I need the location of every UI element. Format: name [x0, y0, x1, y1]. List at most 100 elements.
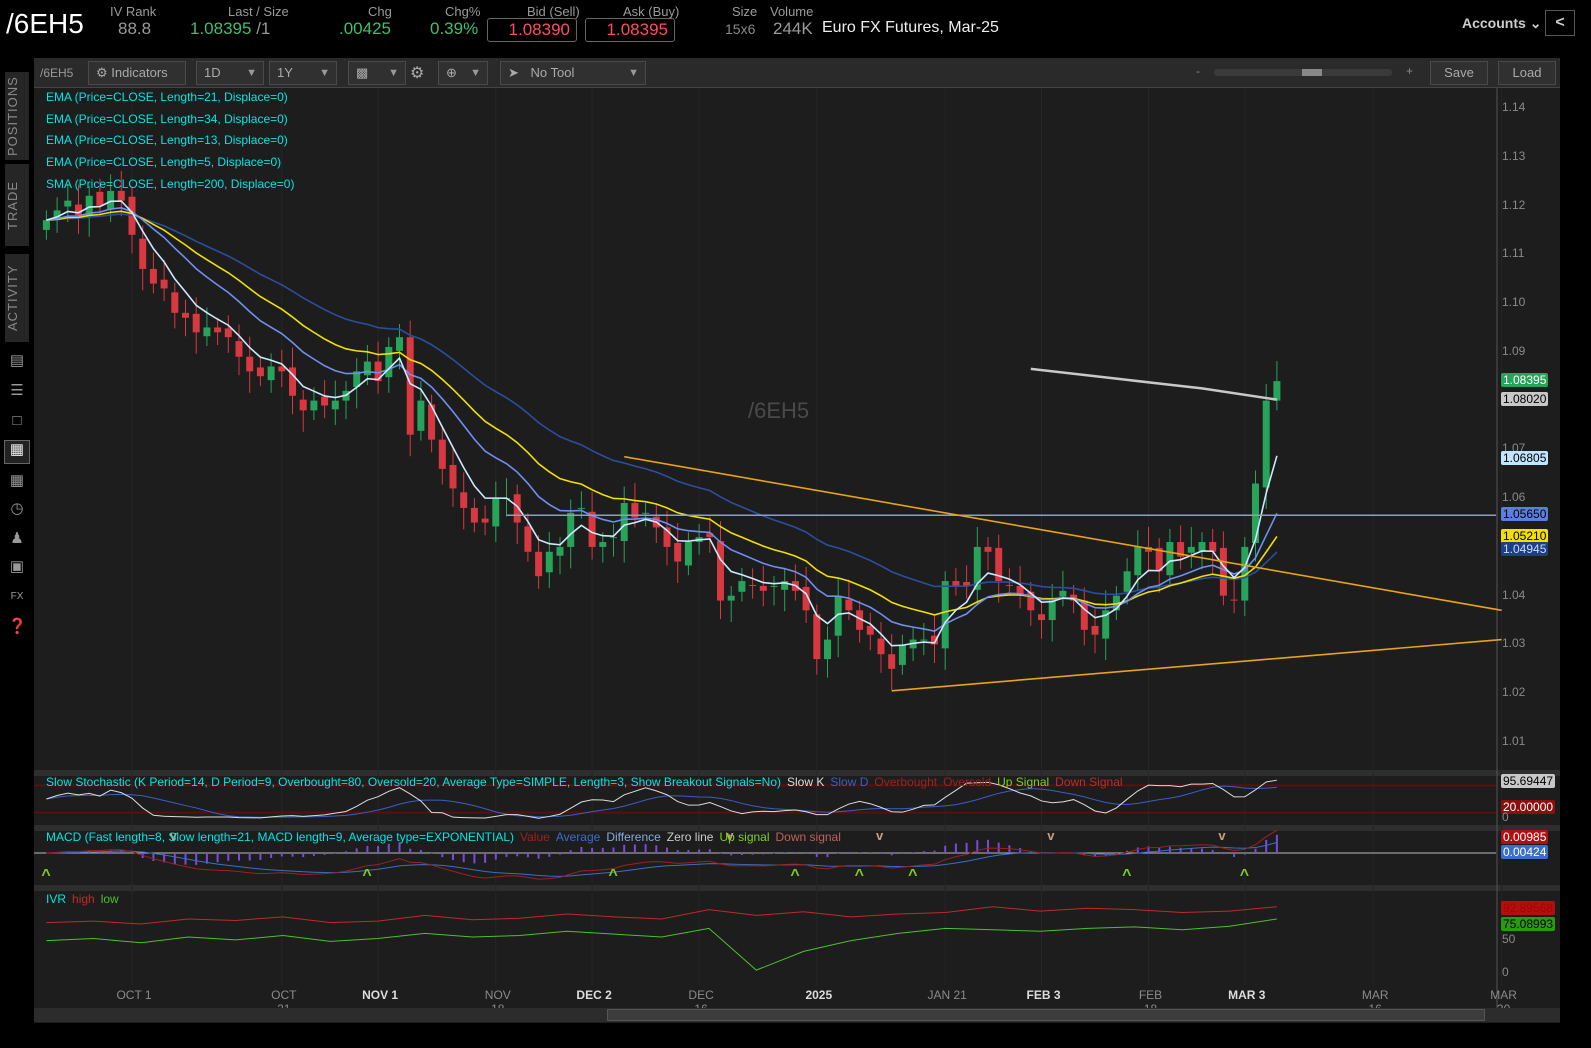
up-signal-icon: ^	[1240, 867, 1249, 884]
stochastic-tag: 95.69447	[1501, 774, 1556, 788]
candle-down	[182, 312, 189, 318]
symbol-title[interactable]: /6EH5	[6, 8, 84, 40]
fx-icon[interactable]: FX	[8, 588, 26, 606]
price-tag: 1.05210	[1501, 528, 1549, 543]
globe-icon: ⊕	[446, 65, 457, 80]
ivr-axis-label: 50	[1502, 932, 1516, 946]
timeframe-select[interactable]: 1Y ▼	[269, 61, 337, 85]
quote-header: /6EH5 IV Rank 88.8 Last / Size 1.08395 /…	[0, 0, 1591, 56]
down-signal-icon: v	[876, 828, 884, 843]
horizontal-scrollbar[interactable]	[34, 1008, 1560, 1022]
candle-down	[1230, 599, 1238, 601]
volume-value: 244K	[773, 19, 813, 38]
candle-down	[246, 356, 254, 372]
candle-up	[417, 400, 425, 431]
ivr-tag: 75.08993	[1501, 917, 1556, 931]
candle-down	[1038, 614, 1045, 621]
drawing-select[interactable]: ⊕ ▼	[438, 61, 488, 85]
accounts-dropdown[interactable]: Accounts ⌄	[1462, 15, 1541, 32]
candle-up	[1187, 546, 1195, 553]
candle-up	[1134, 546, 1142, 576]
stochastic-title[interactable]: Slow Stochastic (K Period=14, D Period=9…	[46, 775, 1123, 789]
list-icon[interactable]: ☰	[8, 382, 26, 400]
up-signal-icon: ^	[855, 867, 864, 884]
candle-down	[235, 341, 243, 357]
down-signal-icon: v	[1047, 828, 1055, 843]
zoom-slider[interactable]	[1214, 69, 1392, 76]
y-tick-label: 1.11	[1502, 246, 1525, 261]
tab-trade[interactable]: TRADE	[5, 164, 29, 246]
zoom-in-button[interactable]: +	[1406, 64, 1413, 78]
up-signal-icon: ^	[1122, 867, 1131, 884]
chg-value: .00425	[339, 19, 391, 38]
pane-separator	[34, 885, 1560, 891]
candle-down	[321, 396, 329, 406]
bid-label: Bid (Sell)	[527, 4, 580, 19]
chart-type-select[interactable]: ▩ ▼	[348, 61, 406, 85]
aggregation-select[interactable]: 1D ▼	[196, 61, 264, 85]
monitor-icon[interactable]: ▤	[8, 352, 26, 370]
candle-up	[545, 551, 553, 573]
candle-up	[385, 346, 393, 378]
load-button[interactable]: Load	[1498, 61, 1556, 85]
macd-title[interactable]: MACD (Fast length=8, Slow length=21, MAC…	[46, 830, 841, 844]
zoom-out-button[interactable]: -	[1196, 64, 1200, 78]
volume-label: Volume	[770, 4, 814, 19]
candle-down	[117, 190, 125, 201]
scrollbar-thumb[interactable]	[607, 1009, 1485, 1021]
study-label: EMA (Price=CLOSE, Length=13, Displace=0)	[46, 133, 288, 148]
tab-positions[interactable]: POSITIONS	[5, 72, 29, 160]
study-label: EMA (Price=CLOSE, Length=5, Displace=0)	[46, 155, 282, 170]
candle-down	[535, 551, 543, 577]
cursor-icon: ➤	[508, 65, 519, 80]
ask-button[interactable]: 1.08395	[585, 18, 675, 42]
save-button[interactable]: Save	[1430, 61, 1488, 85]
tool-select[interactable]: ➤ No Tool ▼	[500, 61, 646, 85]
grid-icon[interactable]: ▦	[8, 472, 26, 490]
candle-down	[759, 585, 767, 591]
y-tick-label: 1.01	[1502, 734, 1526, 748]
candle-up	[42, 220, 50, 230]
y-tick-label: 1.14	[1502, 99, 1526, 114]
y-tick-label: 1.12	[1502, 197, 1526, 212]
price-tag: 1.05650	[1501, 507, 1549, 522]
legend-item: Down Signal	[1055, 775, 1123, 789]
tv-icon[interactable]: □	[8, 412, 26, 430]
candle-down	[845, 599, 853, 611]
macd-tag: 0.00985	[1501, 830, 1549, 844]
legend-item: Slow D	[830, 775, 869, 789]
collapse-panel-button[interactable]: <	[1545, 10, 1575, 36]
up-signal-icon: ^	[41, 867, 50, 884]
x-tick-label: DEC 2	[576, 988, 612, 1002]
legend-item: Oversold	[943, 775, 992, 789]
calendar-icon[interactable]: ▣	[8, 558, 26, 576]
candle-down	[75, 204, 82, 216]
chart-canvas[interactable]: ^ ^ ^ ^ ^ ^ ^ ^v v v v v	[34, 88, 1560, 1023]
candle-down	[1219, 547, 1227, 596]
bid-button[interactable]: 1.08390	[487, 18, 577, 42]
help-icon[interactable]: ❓	[8, 618, 27, 636]
candle-down	[149, 268, 157, 284]
candle-down	[299, 399, 307, 411]
tab-activity[interactable]: ACTIVITY	[5, 254, 29, 342]
indicators-button[interactable]: ⚙ Indicators	[88, 61, 186, 85]
gauge-icon[interactable]: ◷	[8, 500, 26, 518]
candle-up	[920, 639, 928, 641]
size-label: Size	[732, 4, 758, 19]
people-icon[interactable]: ♟	[8, 530, 26, 548]
candle-up	[567, 512, 575, 547]
candle-up	[770, 585, 778, 587]
settings-gear-icon[interactable]: ⚙	[410, 63, 424, 83]
candle-down	[406, 337, 414, 435]
zoom-slider-knob[interactable]	[1301, 69, 1322, 76]
chart-grid-icon[interactable]: ▦	[4, 440, 30, 464]
candle-up	[203, 327, 211, 337]
candle-down	[1005, 584, 1013, 586]
ivr-title[interactable]: IVR high low	[46, 892, 119, 906]
candle-up	[1048, 600, 1056, 621]
legend-item: Up Signal	[997, 775, 1050, 789]
candle-up	[1273, 381, 1281, 401]
down-signal-icon: v	[1218, 828, 1226, 843]
chart-area[interactable]: ^ ^ ^ ^ ^ ^ ^ ^ v v v v v /6EH5 EMA (Price=CLOSE, Le…	[34, 88, 1560, 1023]
candle-down	[460, 492, 468, 508]
